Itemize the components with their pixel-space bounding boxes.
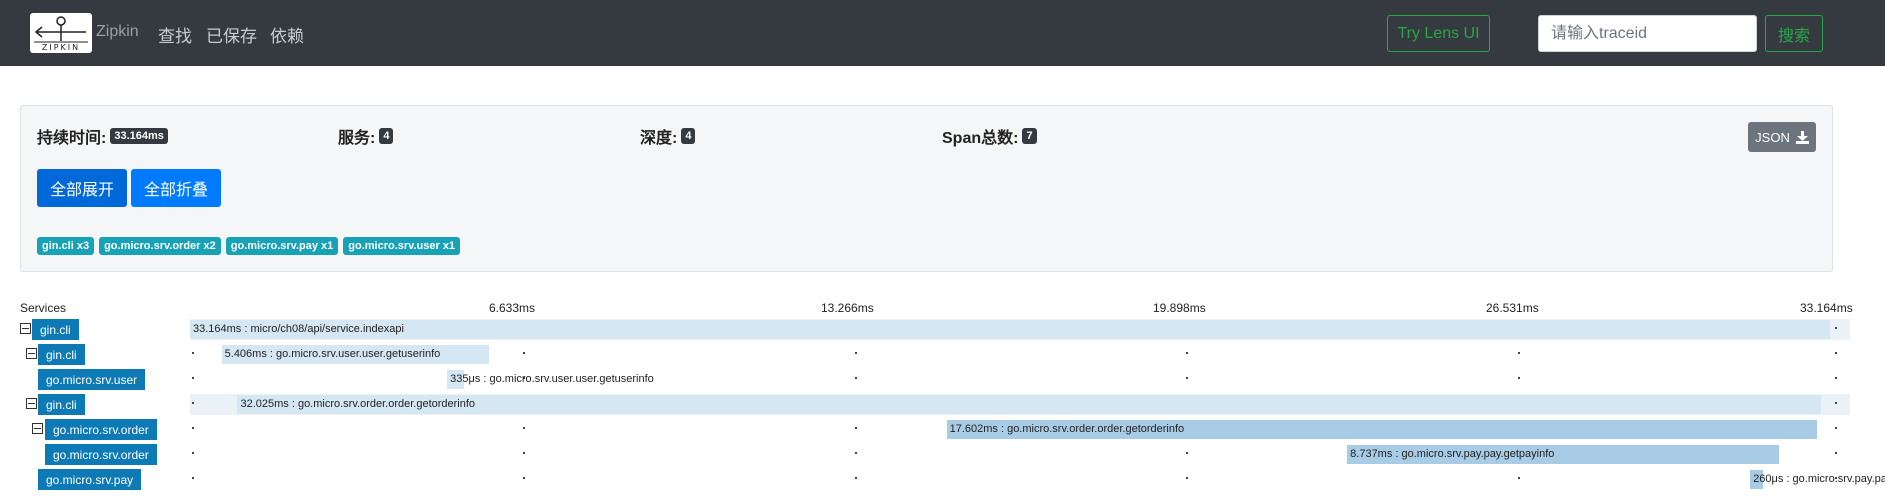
gridline-tick — [855, 477, 857, 479]
logo-caption: ZIPKIN — [41, 43, 81, 52]
service-name-label[interactable]: go.micro.srv.order — [45, 419, 157, 440]
time-tick-label: 13.266ms — [821, 301, 874, 315]
gridline-tick — [192, 427, 194, 429]
duration-stat: 持续时间: 33.164ms — [37, 124, 168, 148]
span-row-background — [190, 369, 1850, 390]
service-name-label[interactable]: go.micro.srv.order — [45, 444, 157, 465]
collapse-toggle-icon[interactable] — [26, 348, 37, 359]
service-badge: go.micro.srv.user x1 — [343, 237, 461, 255]
gridline-tick — [1835, 327, 1837, 329]
gridline-tick — [1518, 477, 1520, 479]
span-row[interactable]: 5.406ms : go.micro.srv.user.user.getuser… — [20, 343, 1850, 366]
span-row[interactable]: 335μs : go.micro.srv.user.user.getuserin… — [20, 368, 1850, 391]
gridline-tick — [1835, 377, 1837, 379]
depth-badge: 4 — [681, 128, 696, 144]
brand-name[interactable]: Zipkin — [96, 23, 139, 41]
nav-link-search[interactable]: 查找 — [158, 22, 192, 47]
gridline-tick — [1186, 452, 1188, 454]
services-label: 服务: — [338, 130, 376, 147]
zipkin-logo[interactable]: ZIPKIN — [30, 13, 92, 53]
gridline-tick — [855, 427, 857, 429]
collapse-toggle-icon[interactable] — [32, 423, 43, 434]
gridline-tick — [1835, 452, 1837, 454]
download-icon — [1795, 130, 1809, 144]
span-text: 33.164ms : micro/ch08/api/service.indexa… — [193, 323, 404, 335]
gridline-tick — [1835, 352, 1837, 354]
span-row[interactable]: 8.737ms : go.micro.srv.pay.pay.getpayinf… — [20, 443, 1850, 466]
gridline-tick — [523, 452, 525, 454]
span-text: 260μs : go.micro.srv.pay.pay.getpayinfo — [1753, 473, 1885, 485]
try-lens-ui-button[interactable]: Try Lens UI — [1387, 15, 1490, 52]
service-badge: go.micro.srv.order x2 — [99, 237, 221, 255]
service-badge: gin.cli x3 — [37, 237, 95, 255]
service-name-label[interactable]: gin.cli — [38, 394, 85, 415]
gridline-tick — [1186, 377, 1188, 379]
span-count-stat: Span总数: 7 — [942, 124, 1037, 148]
span-text: 8.737ms : go.micro.srv.pay.pay.getpayinf… — [1350, 448, 1555, 460]
services-badge: 4 — [379, 128, 394, 144]
service-name-label[interactable]: gin.cli — [32, 319, 79, 340]
gridline-tick — [192, 477, 194, 479]
gridline-tick — [1518, 377, 1520, 379]
collapse-toggle-icon[interactable] — [26, 398, 37, 409]
gridline-tick — [192, 402, 194, 404]
traceid-search-input[interactable] — [1538, 15, 1757, 52]
collapse-toggle-icon[interactable] — [20, 323, 31, 334]
gridline-tick — [192, 452, 194, 454]
json-button-label: JSON — [1755, 129, 1790, 145]
duration-label: 持续时间: — [37, 130, 107, 147]
span-row[interactable]: 260μs : go.micro.srv.pay.pay.getpayinfo g… — [20, 468, 1885, 491]
span-text: 17.602ms : go.micro.srv.order.order.geto… — [949, 423, 1185, 435]
span-row[interactable]: 33.164ms : micro/ch08/api/service.indexa… — [20, 318, 1850, 341]
top-navbar: ZIPKIN Zipkin 查找 已保存 依赖 Try Lens UI 搜索 — [0, 0, 1885, 66]
span-row[interactable]: 32.025ms : go.micro.srv.order.order.geto… — [20, 393, 1850, 416]
json-download-button[interactable]: JSON — [1748, 122, 1816, 152]
service-badge: go.micro.srv.pay x1 — [225, 237, 339, 255]
gridline-tick — [1518, 352, 1520, 354]
gridline-tick — [855, 452, 857, 454]
gridline-tick — [855, 352, 857, 354]
services-column-header: Services — [20, 301, 67, 315]
trace-summary-card: 持续时间: 33.164ms 服务: 4 深度: 4 Span总数: 7 JSO… — [20, 105, 1833, 272]
gridline-tick — [523, 427, 525, 429]
gridline-tick — [1835, 402, 1837, 404]
services-stat: 服务: 4 — [338, 124, 394, 148]
collapse-all-button[interactable]: 全部折叠 — [131, 169, 221, 207]
service-name-label[interactable]: go.micro.srv.user — [38, 369, 146, 390]
span-row-background — [190, 469, 1850, 490]
service-name-label[interactable]: gin.cli — [38, 344, 85, 365]
gridline-tick — [855, 377, 857, 379]
gridline-tick — [1186, 352, 1188, 354]
gridline-tick — [192, 352, 194, 354]
service-badges: gin.cli x3 go.micro.srv.order x2 go.micr… — [37, 237, 461, 255]
expand-all-button[interactable]: 全部展开 — [37, 169, 127, 207]
span-text: 32.025ms : go.micro.srv.order.order.geto… — [240, 398, 476, 410]
span-count-badge: 7 — [1022, 128, 1037, 144]
gridline-tick — [192, 377, 194, 379]
time-tick-label: 33.164ms — [1800, 301, 1853, 315]
span-duration-bar[interactable] — [190, 320, 1830, 339]
service-name-label[interactable]: go.micro.srv.pay — [38, 469, 142, 490]
nav-link-dependencies[interactable]: 依赖 — [270, 22, 304, 47]
span-text: 335μs : go.micro.srv.user.user.getuserin… — [450, 373, 654, 385]
gridline-tick — [1835, 427, 1837, 429]
span-count-label: Span总数: — [942, 130, 1019, 147]
nav-link-saved[interactable]: 已保存 — [206, 22, 257, 47]
search-button[interactable]: 搜索 — [1765, 15, 1823, 52]
depth-label: 深度: — [640, 130, 678, 147]
depth-stat: 深度: 4 — [640, 124, 696, 148]
time-tick-label: 19.898ms — [1153, 301, 1206, 315]
span-text: 5.406ms : go.micro.srv.user.user.getuser… — [224, 348, 441, 360]
gridline-tick — [523, 352, 525, 354]
time-tick-label: 26.531ms — [1486, 301, 1539, 315]
gridline-tick — [1186, 477, 1188, 479]
duration-badge: 33.164ms — [110, 128, 168, 144]
time-tick-label: 6.633ms — [489, 301, 536, 315]
span-row[interactable]: 17.602ms : go.micro.srv.order.order.geto… — [20, 418, 1850, 441]
gridline-tick — [523, 477, 525, 479]
